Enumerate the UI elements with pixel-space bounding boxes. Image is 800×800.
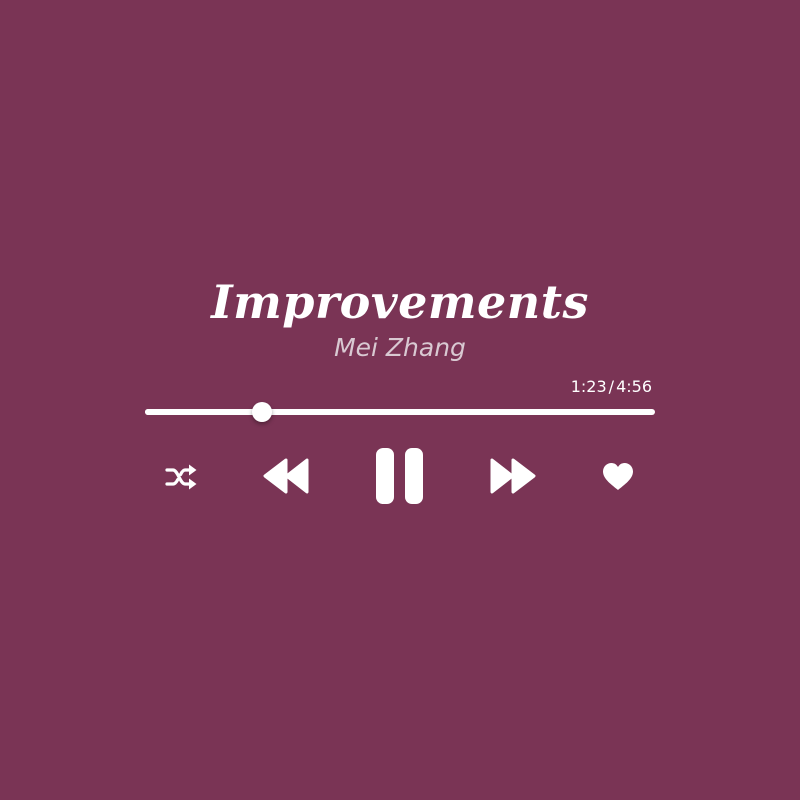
favorite-button[interactable]: [600, 460, 636, 494]
progress-fill: [145, 409, 263, 415]
progress-thumb[interactable]: [252, 402, 273, 422]
heart-icon: [603, 463, 633, 490]
pause-icon: [376, 448, 423, 504]
time-readout: 1:23/4:56: [571, 376, 652, 398]
pause-button[interactable]: [373, 447, 427, 505]
track-title: Improvements: [211, 275, 589, 329]
forward-button[interactable]: [488, 456, 538, 496]
shuffle-icon: [165, 464, 197, 490]
current-time: 1:23: [570, 377, 607, 396]
progress-bar[interactable]: [145, 402, 655, 422]
artist-name: Mei Zhang: [334, 333, 466, 362]
rewind-icon: [263, 458, 309, 494]
shuffle-button[interactable]: [163, 460, 199, 494]
rewind-button[interactable]: [261, 456, 311, 496]
time-separator: /: [608, 377, 615, 396]
total-time: 4:56: [616, 377, 652, 396]
fast-forward-icon: [490, 458, 536, 494]
